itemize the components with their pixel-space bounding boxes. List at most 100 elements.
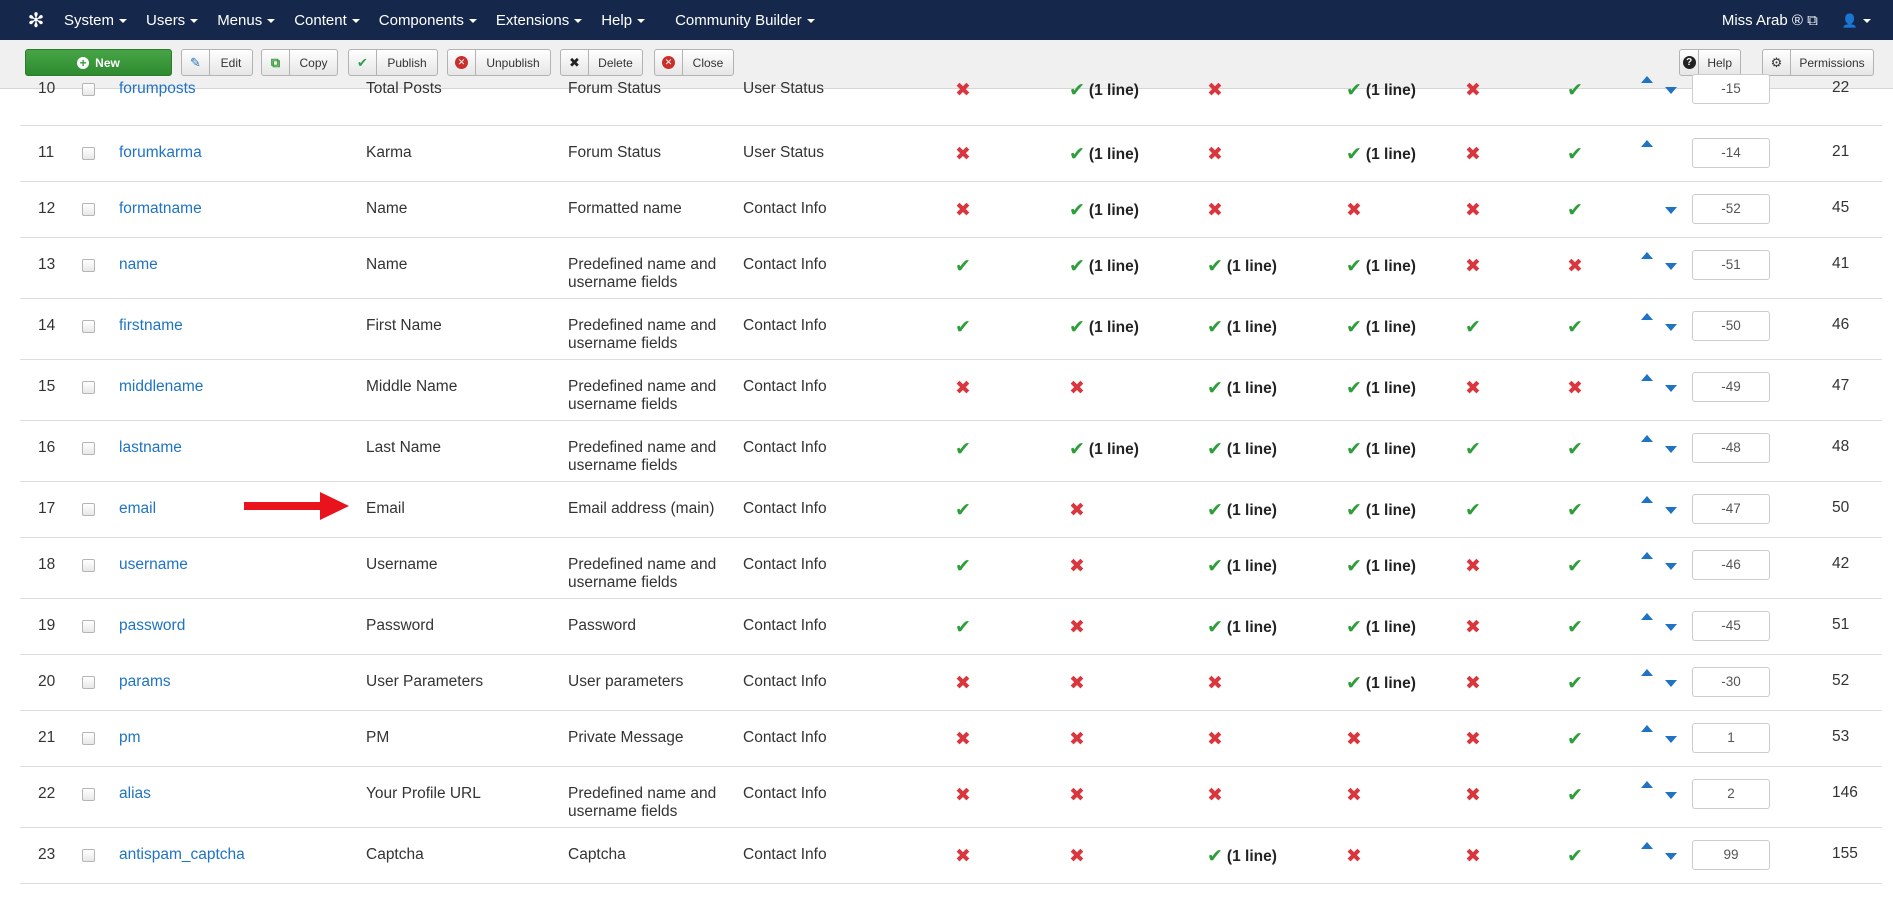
- move-up-icon[interactable]: [1641, 613, 1653, 620]
- check-line-status[interactable]: ✔ (1 line): [1207, 377, 1277, 400]
- ordering-input[interactable]: -46: [1692, 550, 1770, 580]
- permissions-button[interactable]: ⚙ Permissions: [1762, 49, 1874, 76]
- field-name-link[interactable]: formatname: [119, 200, 202, 218]
- move-down-icon[interactable]: [1665, 263, 1677, 270]
- cross-icon[interactable]: ✖: [1465, 672, 1481, 695]
- check-line-status[interactable]: ✔ (1 line): [1069, 438, 1139, 461]
- check-line-status[interactable]: ✔ (1 line): [1069, 79, 1139, 102]
- ordering-input[interactable]: -47: [1692, 494, 1770, 524]
- field-name-link[interactable]: forumkarma: [119, 144, 202, 162]
- cross-icon[interactable]: ✖: [955, 79, 971, 102]
- row-checkbox[interactable]: [82, 203, 95, 216]
- check-icon[interactable]: ✔: [1567, 316, 1587, 339]
- check-line-status[interactable]: ✔ (1 line): [1069, 255, 1139, 278]
- field-name-link[interactable]: antispam_captcha: [119, 846, 245, 864]
- ordering-input[interactable]: -48: [1692, 433, 1770, 463]
- move-down-icon[interactable]: [1665, 736, 1677, 743]
- menu-users[interactable]: Users: [146, 12, 199, 29]
- ordering-input[interactable]: -30: [1692, 667, 1770, 697]
- row-checkbox[interactable]: [82, 559, 95, 572]
- edit-button[interactable]: ✎ Edit: [181, 49, 253, 76]
- check-icon[interactable]: ✔: [1465, 316, 1485, 339]
- cross-icon[interactable]: ✖: [955, 728, 971, 751]
- check-icon[interactable]: ✔: [1567, 616, 1587, 639]
- cross-icon[interactable]: ✖: [1207, 199, 1223, 222]
- check-line-status[interactable]: ✔ (1 line): [1207, 845, 1277, 868]
- cross-icon[interactable]: ✖: [1465, 784, 1481, 807]
- cross-icon[interactable]: ✖: [1346, 784, 1362, 807]
- ordering-input[interactable]: 99: [1692, 840, 1770, 870]
- move-down-icon[interactable]: [1665, 853, 1677, 860]
- cross-icon[interactable]: ✖: [1465, 199, 1481, 222]
- check-icon[interactable]: ✔: [1567, 79, 1587, 102]
- check-line-status[interactable]: ✔ (1 line): [1207, 499, 1277, 522]
- ordering-input[interactable]: -45: [1692, 611, 1770, 641]
- cross-icon[interactable]: ✖: [955, 377, 971, 400]
- ordering-input[interactable]: 1: [1692, 723, 1770, 753]
- cross-icon[interactable]: ✖: [1346, 728, 1362, 751]
- ordering-input[interactable]: -14: [1692, 138, 1770, 168]
- joomla-logo-icon[interactable]: ✻: [20, 0, 52, 40]
- check-line-status[interactable]: ✔ (1 line): [1207, 438, 1277, 461]
- new-button[interactable]: + New: [25, 49, 172, 76]
- cross-icon[interactable]: ✖: [1069, 377, 1085, 400]
- check-line-status[interactable]: ✔ (1 line): [1346, 499, 1416, 522]
- check-icon[interactable]: ✔: [1567, 499, 1587, 522]
- cross-icon[interactable]: ✖: [1465, 255, 1481, 278]
- move-down-icon[interactable]: [1665, 385, 1677, 392]
- check-line-status[interactable]: ✔ (1 line): [1069, 316, 1139, 339]
- field-name-link[interactable]: params: [119, 673, 171, 691]
- check-line-status[interactable]: ✔ (1 line): [1346, 438, 1416, 461]
- cross-icon[interactable]: ✖: [1069, 616, 1085, 639]
- move-down-icon[interactable]: [1665, 680, 1677, 687]
- cross-icon[interactable]: ✖: [1465, 377, 1481, 400]
- field-name-link[interactable]: forumposts: [119, 80, 196, 98]
- move-down-icon[interactable]: [1665, 507, 1677, 514]
- field-name-link[interactable]: email: [119, 500, 156, 518]
- check-icon[interactable]: ✔: [1567, 784, 1587, 807]
- cross-icon[interactable]: ✖: [1069, 499, 1085, 522]
- cross-icon[interactable]: ✖: [1069, 845, 1085, 868]
- check-line-status[interactable]: ✔ (1 line): [1069, 143, 1139, 166]
- row-checkbox[interactable]: [82, 788, 95, 801]
- cross-icon[interactable]: ✖: [1207, 784, 1223, 807]
- row-checkbox[interactable]: [82, 620, 95, 633]
- cross-icon[interactable]: ✖: [955, 784, 971, 807]
- move-up-icon[interactable]: [1641, 140, 1653, 147]
- check-line-status[interactable]: ✔ (1 line): [1346, 79, 1416, 102]
- check-icon[interactable]: ✔: [955, 555, 975, 578]
- cross-icon[interactable]: ✖: [1069, 784, 1085, 807]
- cross-icon[interactable]: ✖: [1346, 845, 1362, 868]
- site-link[interactable]: Miss Arab ® ⧉: [1722, 12, 1818, 29]
- check-icon[interactable]: ✔: [1465, 438, 1485, 461]
- row-checkbox[interactable]: [82, 503, 95, 516]
- check-icon[interactable]: ✔: [1567, 199, 1587, 222]
- move-up-icon[interactable]: [1641, 669, 1653, 676]
- unpublish-button[interactable]: ✕ Unpublish: [447, 49, 551, 76]
- move-up-icon[interactable]: [1641, 842, 1653, 849]
- check-line-status[interactable]: ✔ (1 line): [1346, 555, 1416, 578]
- field-name-link[interactable]: alias: [119, 785, 151, 803]
- cross-icon[interactable]: ✖: [1346, 199, 1362, 222]
- cross-icon[interactable]: ✖: [1069, 728, 1085, 751]
- check-icon[interactable]: ✔: [1465, 499, 1485, 522]
- cross-icon[interactable]: ✖: [955, 845, 971, 868]
- field-name-link[interactable]: username: [119, 556, 188, 574]
- ordering-input[interactable]: 2: [1692, 779, 1770, 809]
- row-checkbox[interactable]: [82, 259, 95, 272]
- check-line-status[interactable]: ✔ (1 line): [1207, 316, 1277, 339]
- cross-icon[interactable]: ✖: [1567, 377, 1583, 400]
- check-line-status[interactable]: ✔ (1 line): [1346, 316, 1416, 339]
- check-line-status[interactable]: ✔ (1 line): [1069, 199, 1139, 222]
- cross-icon[interactable]: ✖: [1465, 143, 1481, 166]
- cross-icon[interactable]: ✖: [1567, 255, 1583, 278]
- check-line-status[interactable]: ✔ (1 line): [1207, 255, 1277, 278]
- field-name-link[interactable]: lastname: [119, 439, 182, 457]
- cross-icon[interactable]: ✖: [1207, 672, 1223, 695]
- cross-icon[interactable]: ✖: [1207, 728, 1223, 751]
- row-checkbox[interactable]: [82, 442, 95, 455]
- move-up-icon[interactable]: [1641, 781, 1653, 788]
- check-icon[interactable]: ✔: [1567, 845, 1587, 868]
- ordering-input[interactable]: -51: [1692, 250, 1770, 280]
- row-checkbox[interactable]: [82, 147, 95, 160]
